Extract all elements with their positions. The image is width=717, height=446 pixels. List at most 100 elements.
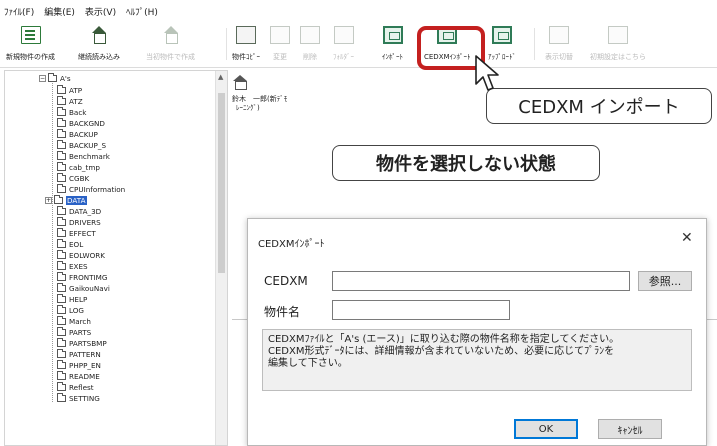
tree-item-backup[interactable]: BACKUP <box>57 129 98 140</box>
tree-item-label: ATP <box>69 86 83 95</box>
tree-item-label: CGBK <box>69 174 90 183</box>
tree-item-log[interactable]: LOG <box>57 305 84 316</box>
initial-settings-button[interactable]: 初期設定はこちら <box>590 26 646 62</box>
menu-file[interactable]: ﾌｧｲﾙ(F) <box>4 5 34 18</box>
folder-icon <box>54 195 63 204</box>
tree-item-label: EOLWORK <box>69 251 106 260</box>
collapse-icon[interactable]: − <box>39 75 46 82</box>
view-switch-button[interactable]: 表示切替 <box>545 26 573 62</box>
cancel-button[interactable]: ｷｬﾝｾﾙ <box>598 419 662 439</box>
tree-item-cpuinformation[interactable]: CPUInformation <box>57 184 125 195</box>
tree-item-label: README <box>69 372 100 381</box>
copy-icon <box>236 26 256 44</box>
ok-button[interactable]: OK <box>514 419 578 439</box>
tree-item-pattern[interactable]: PATTERN <box>57 349 101 360</box>
tree-item-label: ATZ <box>69 97 83 106</box>
tree-item-label: DRIVERS <box>69 218 101 227</box>
scroll-thumb[interactable] <box>218 93 225 273</box>
tree-item-eol[interactable]: EOL <box>57 239 83 250</box>
delete-button[interactable]: 削除 <box>300 26 320 62</box>
tree-item-march[interactable]: March <box>57 316 91 327</box>
vertical-scrollbar[interactable]: ▲ <box>215 71 227 445</box>
tree-item-label: PARTSBMP <box>69 339 107 348</box>
tree-item-label: March <box>69 317 91 326</box>
cedxm-file-input[interactable] <box>332 271 630 291</box>
scroll-up-icon[interactable]: ▲ <box>218 73 223 81</box>
tree-item-label: EOL <box>69 240 84 249</box>
toolbar-label: 新規物件の作成 <box>6 53 55 61</box>
tree-item-frontimg[interactable]: FRONTIMG <box>57 272 107 283</box>
delete-icon <box>300 26 320 44</box>
folder-icon <box>57 283 66 292</box>
tree-item-data[interactable]: + DATA <box>45 195 87 206</box>
tree-item-drivers[interactable]: DRIVERS <box>57 217 101 228</box>
tree-item-phpp-en[interactable]: PHPP_EN <box>57 360 101 371</box>
menu-edit[interactable]: 編集(E) <box>44 5 75 18</box>
folder-icon <box>57 140 66 149</box>
project-copy-button[interactable]: 物件ｺﾋﾟｰ <box>232 26 260 62</box>
tree-item-label: PARTS <box>69 328 92 337</box>
mouse-cursor-icon <box>475 55 499 91</box>
folder-icon <box>57 272 66 281</box>
tree-item-gaikounavi[interactable]: GaikouNavi <box>57 283 110 294</box>
create-from-initial-button[interactable]: 当初物件で作成 <box>146 26 195 62</box>
tree-item-label: cab_tmp <box>69 163 100 172</box>
toolbar-label: 表示切替 <box>545 53 573 61</box>
tree-item-label: BACKUP_S <box>69 141 107 150</box>
tree-item-effect[interactable]: EFFECT <box>57 228 96 239</box>
new-doc-icon <box>20 26 41 44</box>
house-open-icon <box>89 26 109 44</box>
menu-help[interactable]: ﾍﾙﾌﾟ(H) <box>126 5 158 18</box>
continue-load-button[interactable]: 継続読み込み <box>78 26 120 62</box>
folder-icon <box>57 173 66 182</box>
browse-button[interactable]: 参照... <box>638 271 692 291</box>
toolbar-label: 当初物件で作成 <box>146 53 195 61</box>
tree-item-benchmark[interactable]: Benchmark <box>57 151 110 162</box>
dialog-title: CEDXMｲﾝﾎﾟｰﾄ <box>258 239 325 250</box>
toolbar-label: 変更 <box>273 53 287 61</box>
tree-item-back[interactable]: Back <box>57 107 86 118</box>
tree-item-eolwork[interactable]: EOLWORK <box>57 250 105 261</box>
project-file-icon[interactable] <box>232 75 248 90</box>
tree-item-label: HELP <box>69 295 88 304</box>
tree-item-readme[interactable]: README <box>57 371 100 382</box>
project-name-input[interactable] <box>332 300 510 320</box>
folder-icon <box>57 184 66 193</box>
menu-view[interactable]: 表示(V) <box>85 5 116 18</box>
new-project-button[interactable]: 新規物件の作成 <box>6 26 55 62</box>
tree-item-setting[interactable]: SETTING <box>57 393 100 404</box>
folder-button[interactable]: ﾌｫﾙﾀﾞｰ <box>333 26 354 62</box>
tree-item-backup-s[interactable]: BACKUP_S <box>57 140 106 151</box>
tree-item-label: LOG <box>69 306 84 315</box>
tree-item-label: A's <box>60 74 71 83</box>
tree-root-item[interactable]: − A's <box>39 73 71 84</box>
tree-item-atz[interactable]: ATZ <box>57 96 83 107</box>
tree-item-reflest[interactable]: Reflest <box>57 382 94 393</box>
tree-item-atp[interactable]: ATP <box>57 85 82 96</box>
tree-item-parts[interactable]: PARTS <box>57 327 91 338</box>
toolbar: 新規物件の作成 継続読み込み 当初物件で作成 物件ｺﾋﾟｰ 変更 削除 ﾌｫﾙﾀ… <box>0 22 717 68</box>
import-button[interactable]: ｲﾝﾎﾟｰﾄ <box>382 26 403 62</box>
tree-item-help[interactable]: HELP <box>57 294 87 305</box>
tree-item-cab-tmp[interactable]: cab_tmp <box>57 162 100 173</box>
menu-bar: ﾌｧｲﾙ(F) 編集(E) 表示(V) ﾍﾙﾌﾟ(H) <box>0 0 717 22</box>
tree-item-partsbmp[interactable]: PARTSBMP <box>57 338 107 349</box>
cedxm-import-dialog: CEDXMｲﾝﾎﾟｰﾄ ✕ CEDXM 参照... 物件名 CEDXMﾌｧｲﾙと… <box>247 218 707 446</box>
tree-item-cgbk[interactable]: CGBK <box>57 173 89 184</box>
edit-button[interactable]: 変更 <box>270 26 290 62</box>
project-name-label: 物件名 <box>264 305 301 319</box>
tree-item-label: Back <box>69 108 87 117</box>
tree-item-backgnd[interactable]: BACKGND <box>57 118 105 129</box>
folder-icon <box>57 228 66 237</box>
tree-item-label: GaikouNavi <box>69 284 110 293</box>
tree-item-label: SETTING <box>69 394 100 403</box>
folder-icon <box>57 85 66 94</box>
expand-icon[interactable]: + <box>45 197 52 204</box>
close-icon[interactable]: ✕ <box>681 230 693 246</box>
cedxm-label: CEDXM <box>264 274 308 288</box>
folder-icon <box>333 26 354 44</box>
tree-item-exes[interactable]: EXES <box>57 261 88 272</box>
tree-guide-line <box>52 83 53 402</box>
project-file-label-2[interactable]: ﾚｰﾆﾝｸﾞ) <box>236 103 260 113</box>
tree-item-data-3d[interactable]: DATA_3D <box>57 206 101 217</box>
